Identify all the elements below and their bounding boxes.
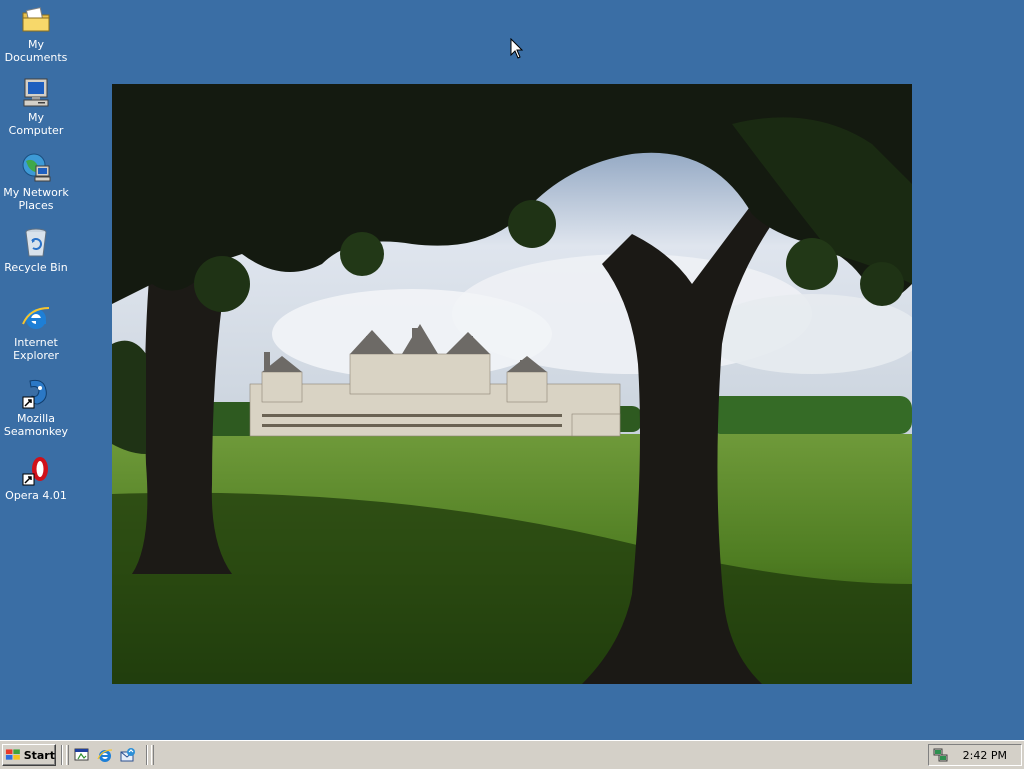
quick-launch-grip[interactable] bbox=[66, 745, 69, 765]
mouse-cursor-icon bbox=[510, 38, 524, 59]
chateau-wallpaper bbox=[112, 84, 912, 684]
desktop-icon-label: Opera 4.01 bbox=[5, 489, 67, 502]
computer-icon bbox=[23, 78, 49, 107]
desktop-icon-label: My Computer bbox=[8, 111, 64, 137]
desktop[interactable]: My Documents My Computer My Network Plac… bbox=[0, 0, 1024, 740]
internet-explorer-icon bbox=[22, 307, 50, 329]
desktop-icon-my-network-places[interactable]: My Network Places bbox=[0, 152, 72, 212]
show-desktop-icon[interactable] bbox=[74, 747, 90, 763]
desktop-icon-label: My Documents bbox=[4, 38, 68, 64]
desktop-icon-recycle-bin[interactable]: Recycle Bin bbox=[0, 227, 72, 274]
system-tray: 2:42 PM bbox=[928, 744, 1022, 766]
desktop-icon-internet-explorer[interactable]: Internet Explorer bbox=[0, 302, 72, 362]
clock[interactable]: 2:42 PM bbox=[963, 749, 1007, 762]
network-places-icon bbox=[22, 153, 51, 182]
internet-explorer-icon[interactable] bbox=[97, 747, 113, 763]
taskbar-separator bbox=[146, 745, 148, 765]
desktop-icon-label: Mozilla Seamonkey bbox=[3, 412, 69, 438]
folder-documents-icon bbox=[22, 7, 50, 32]
taskbar: Start 2:42 PM bbox=[0, 740, 1024, 769]
desktop-icon-my-computer[interactable]: My Computer bbox=[0, 77, 72, 137]
seamonkey-icon bbox=[22, 379, 47, 409]
taskbar-separator bbox=[61, 745, 63, 765]
task-area-grip[interactable] bbox=[151, 745, 154, 765]
network-tray-icon[interactable] bbox=[933, 747, 949, 763]
wallpaper-image bbox=[112, 84, 912, 684]
outlook-express-icon[interactable] bbox=[120, 747, 136, 763]
start-label: Start bbox=[23, 748, 55, 762]
desktop-icon-opera[interactable]: Opera 4.01 bbox=[0, 455, 72, 502]
desktop-icon-mozilla-seamonkey[interactable]: Mozilla Seamonkey bbox=[0, 378, 72, 438]
desktop-icon-my-documents[interactable]: My Documents bbox=[0, 4, 72, 64]
desktop-icon-label: Internet Explorer bbox=[13, 336, 59, 362]
opera-icon bbox=[22, 457, 48, 486]
desktop-icon-label: My Network Places bbox=[3, 186, 69, 212]
desktop-icon-label: Recycle Bin bbox=[4, 261, 68, 274]
recycle-bin-icon bbox=[25, 228, 47, 257]
windows-logo-icon bbox=[5, 749, 20, 760]
start-button[interactable]: Start bbox=[2, 744, 56, 766]
